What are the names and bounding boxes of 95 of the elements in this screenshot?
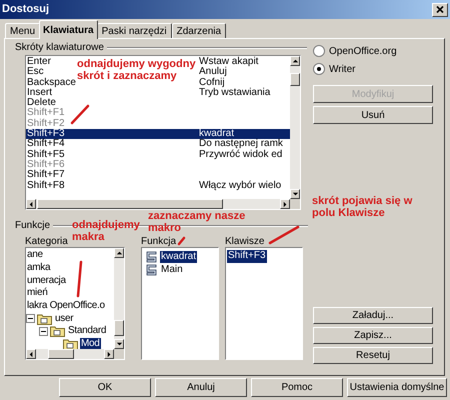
tree-item[interactable]: umeracja bbox=[26, 274, 67, 287]
scroll-thumb[interactable] bbox=[114, 320, 124, 336]
window-title: Dostosuj bbox=[2, 2, 50, 18]
scroll-thumb[interactable] bbox=[37, 199, 223, 209]
scroll-left-button[interactable] bbox=[26, 349, 36, 359]
scroll-left-button[interactable] bbox=[26, 199, 36, 209]
folder-icon bbox=[63, 338, 78, 349]
left-arrow-icon bbox=[28, 350, 34, 358]
tree-item[interactable]: ane bbox=[26, 249, 44, 262]
key-cell[interactable]: Insert bbox=[27, 86, 52, 98]
scroll-up-button[interactable] bbox=[290, 56, 300, 66]
scrollbar-corner bbox=[114, 349, 124, 359]
horizontal-scrollbar[interactable] bbox=[26, 199, 290, 209]
scroll-right-button[interactable] bbox=[104, 349, 114, 359]
tab[interactable]: Menu bbox=[5, 23, 40, 39]
dialog-button[interactable]: Anuluj bbox=[155, 378, 247, 397]
dialog-button[interactable]: Ustawienia domyślne bbox=[347, 378, 447, 397]
radio-label: OpenOffice.org bbox=[329, 44, 397, 58]
tree-item[interactable]: lakra OpenOffice.o bbox=[26, 300, 106, 312]
radio-button[interactable] bbox=[313, 45, 325, 57]
function-item[interactable]: Main bbox=[160, 264, 184, 276]
collapse-icon[interactable] bbox=[39, 326, 48, 336]
script-icon bbox=[145, 264, 158, 276]
key-cell[interactable]: Delete bbox=[27, 97, 56, 108]
group-label: Funkcje bbox=[15, 219, 52, 233]
command-cell-text: Wstaw akapit bbox=[199, 57, 258, 67]
command-cell-text: Do następnej ramk bbox=[199, 139, 283, 150]
left-arrow-icon bbox=[28, 200, 34, 208]
collapse-icon[interactable] bbox=[26, 314, 35, 324]
shortcut-list[interactable] bbox=[25, 55, 301, 210]
tree-item[interactable]: amka bbox=[26, 262, 52, 274]
folder-icon bbox=[50, 325, 65, 338]
radio-button[interactable] bbox=[313, 63, 325, 75]
tab[interactable]: Klawiatura bbox=[39, 20, 98, 39]
down-arrow-icon bbox=[292, 190, 298, 198]
scrollbar-corner bbox=[290, 199, 300, 209]
right-arrow-icon bbox=[282, 200, 288, 208]
annotation-text: odnajdujemy makra bbox=[72, 219, 140, 243]
command-cell: Tryb wstawiania bbox=[199, 88, 270, 98]
command-cell: kwadrat bbox=[199, 129, 234, 140]
up-arrow-icon bbox=[292, 58, 298, 64]
radio-label: Writer bbox=[329, 62, 356, 76]
vertical-scrollbar[interactable] bbox=[290, 56, 300, 199]
folder-icon bbox=[37, 312, 52, 325]
key-cell[interactable]: Shift+F8 bbox=[27, 180, 65, 191]
side-button[interactable]: Usuń bbox=[313, 106, 433, 124]
command-cell: Włącz wybór wielo bbox=[199, 180, 282, 191]
key-cell[interactable]: Shift+F3 bbox=[27, 128, 65, 140]
key-cell[interactable]: Esc bbox=[27, 66, 44, 78]
category-tree[interactable]: ane amka umeracja mień lakra OpenOffice.o user Standard Mod bbox=[25, 247, 125, 360]
key-cell[interactable]: Shift+F4 bbox=[27, 138, 65, 150]
up-arrow-icon bbox=[116, 250, 122, 256]
scroll-thumb[interactable] bbox=[290, 73, 300, 86]
key-cell[interactable]: Backspace bbox=[27, 76, 76, 88]
command-cell: Przywróć widok ed bbox=[199, 150, 282, 160]
list-label: Klawisze bbox=[225, 236, 264, 247]
annotation-text: odnajdujemy wygodny skrót i zaznaczamy bbox=[77, 58, 197, 82]
selected-row[interactable]: Shift+F3 kwadrat bbox=[26, 129, 290, 140]
scroll-down-button[interactable] bbox=[114, 339, 124, 349]
down-arrow-icon bbox=[116, 340, 122, 348]
scroll-right-button[interactable] bbox=[280, 199, 290, 209]
command-cell-text: Anuluj bbox=[199, 67, 227, 78]
tree-item[interactable]: mień bbox=[26, 287, 48, 300]
function-list[interactable]: kwadrat Main bbox=[141, 247, 219, 360]
scroll-up-button[interactable] bbox=[114, 248, 124, 258]
keys-list[interactable]: Shift+F3 bbox=[225, 247, 303, 360]
key-cell[interactable]: Shift+F5 bbox=[27, 148, 65, 160]
annotation-text: skrót pojawia się w polu Klawisze bbox=[312, 195, 414, 219]
right-arrow-icon bbox=[106, 350, 112, 358]
group-label: Skróty klawiaturowe bbox=[15, 41, 105, 55]
scroll-down-button[interactable] bbox=[290, 189, 300, 199]
key-item[interactable]: Shift+F3 bbox=[227, 250, 267, 263]
list-label: Funkcja bbox=[141, 236, 176, 247]
tree-item[interactable]: Mod bbox=[80, 338, 101, 349]
annotation-text: zaznaczamy nasze makro bbox=[148, 210, 246, 234]
key-cell[interactable]: Enter bbox=[27, 56, 51, 67]
dialog-button[interactable]: Pomoc bbox=[251, 378, 343, 397]
command-cell: Cofnij bbox=[199, 78, 225, 88]
horizontal-scrollbar[interactable] bbox=[26, 349, 114, 359]
tab[interactable]: Zdarzenia bbox=[172, 23, 226, 39]
tab[interactable]: Paski narzędzi bbox=[96, 23, 172, 39]
scroll-thumb[interactable] bbox=[48, 349, 74, 359]
tree-item[interactable]: user bbox=[54, 312, 74, 325]
file-button[interactable]: Załaduj... bbox=[313, 307, 433, 324]
key-cell[interactable]: Shift+F7 bbox=[27, 169, 65, 180]
file-button[interactable]: Zapisz... bbox=[313, 327, 433, 344]
close-icon bbox=[436, 6, 444, 13]
script-icon bbox=[145, 250, 158, 262]
function-item[interactable]: kwadrat bbox=[160, 250, 198, 262]
close-button[interactable] bbox=[432, 2, 448, 16]
vertical-scrollbar[interactable] bbox=[114, 248, 124, 349]
dialog-button[interactable]: OK bbox=[59, 378, 151, 397]
file-button[interactable]: Resetuj bbox=[313, 347, 433, 364]
list-label: Kategoria bbox=[25, 236, 68, 247]
tree-item[interactable]: Standard bbox=[67, 325, 108, 338]
